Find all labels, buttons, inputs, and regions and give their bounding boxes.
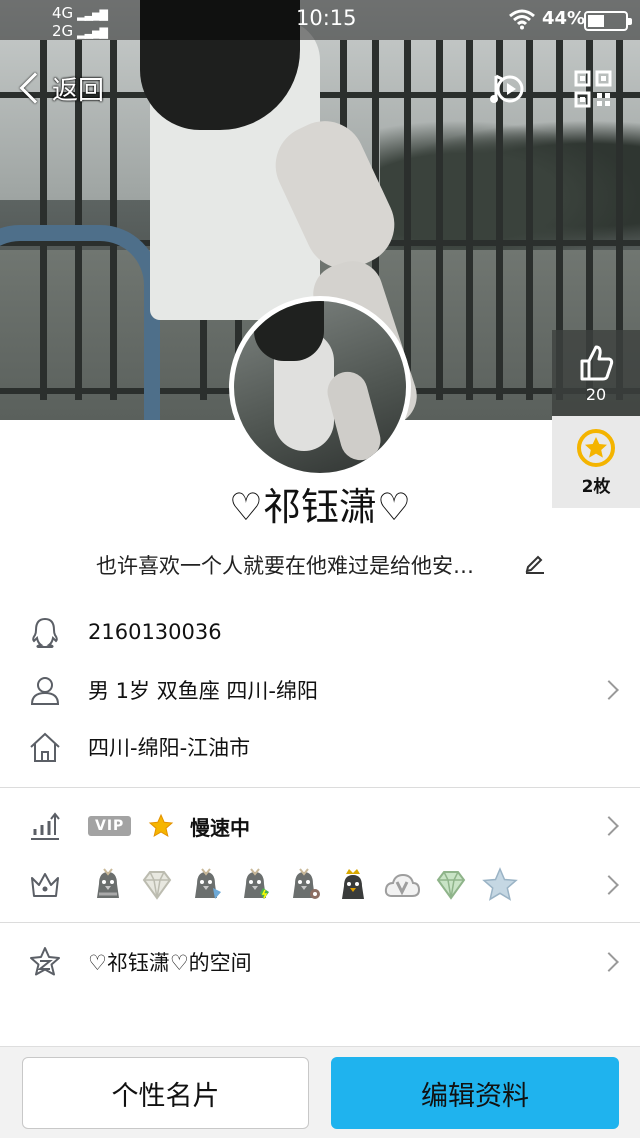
level-chart-icon <box>31 812 60 840</box>
speed-status: 慢速中 <box>190 815 250 840</box>
network-2g: 2G ▂▃▅▇ <box>52 22 108 42</box>
basic-info: 男 1岁 双鱼座 四川-绵阳 <box>88 679 318 703</box>
thumbs-up-icon <box>580 345 614 380</box>
person-icon <box>30 677 60 705</box>
like-count: 20 <box>585 384 607 404</box>
avatar-figure-hair <box>254 301 324 361</box>
back-label: 返回 <box>52 75 105 106</box>
battery-percent: 44% <box>542 8 586 29</box>
qq-penguin-blue-badge-icon[interactable] <box>186 866 225 905</box>
blue-railing <box>0 225 160 420</box>
chevron-right-icon <box>599 875 619 895</box>
clock: 10:15 <box>296 6 357 30</box>
qq-number-row[interactable]: 2160130036 <box>0 603 640 661</box>
qq-penguin-green-badge-icon[interactable] <box>235 866 274 905</box>
chevron-left-icon <box>19 72 51 104</box>
badge-list <box>88 866 519 905</box>
avatar[interactable] <box>229 296 411 478</box>
qzone-star-icon <box>30 947 60 976</box>
crown-icon <box>31 873 59 897</box>
signature[interactable]: 也许喜欢一个人就要在他难过是给他安… <box>96 550 516 580</box>
level-star-icon <box>148 813 174 838</box>
basic-info-row[interactable]: 男 1岁 双鱼座 四川-绵阳 <box>0 661 640 719</box>
qzone-name: ♡祁钰潇♡的空间 <box>88 951 252 975</box>
music-play-icon[interactable] <box>488 70 526 108</box>
qr-code-icon[interactable] <box>574 70 612 108</box>
hometown: 四川-绵阳-江油市 <box>88 736 251 760</box>
qq-number: 2160130036 <box>88 620 222 644</box>
star-blue-badge-icon[interactable] <box>480 866 519 905</box>
qq-penguin-icon <box>32 617 58 648</box>
divider <box>0 922 640 923</box>
profile-page: 4G ▂▃▅▇ 2G ▂▃▅▇ 10:15 44% 返回 20 2枚 ♡祁钰潇♡… <box>0 0 640 1138</box>
chevron-right-icon <box>599 952 619 972</box>
diamond-green-badge-icon[interactable] <box>431 866 470 905</box>
battery-icon <box>584 11 632 31</box>
badges-row[interactable] <box>0 856 640 914</box>
network-4g-label: 4G <box>52 4 74 22</box>
bottom-bar: 个性名片 编辑资料 <box>0 1046 640 1138</box>
cover-trees <box>380 120 640 250</box>
network-4g: 4G ▂▃▅▇ <box>52 4 108 24</box>
like-button[interactable]: 20 <box>552 330 640 416</box>
nickname: ♡祁钰潇♡ <box>228 485 412 529</box>
battery-fill <box>588 15 604 27</box>
edit-pencil-icon[interactable] <box>524 552 546 574</box>
qq-penguin-brown-badge-icon[interactable] <box>284 866 323 905</box>
hometown-row: 四川-绵阳-江油市 <box>0 718 640 776</box>
personal-card-button[interactable]: 个性名片 <box>22 1057 309 1129</box>
qzone-row[interactable]: ♡祁钰潇♡的空间 <box>0 933 640 991</box>
wifi-icon <box>509 9 535 30</box>
back-button[interactable]: 返回 <box>16 66 104 110</box>
home-icon <box>30 732 60 762</box>
signal-icon: ▂▃▅▇ <box>77 26 108 39</box>
medal-star-icon <box>577 428 615 467</box>
vip-level-row[interactable]: VIP 慢速中 <box>0 797 640 855</box>
divider <box>0 787 640 788</box>
avatar-figure-leg <box>323 367 385 465</box>
qq-penguin-gray-badge-icon[interactable] <box>88 866 127 905</box>
network-2g-label: 2G <box>52 22 74 40</box>
status-bar: 4G ▂▃▅▇ 2G ▂▃▅▇ 10:15 44% <box>0 0 640 40</box>
chevron-right-icon <box>599 816 619 836</box>
qq-penguin-crown-badge-icon[interactable] <box>333 866 372 905</box>
edit-profile-button[interactable]: 编辑资料 <box>331 1057 619 1129</box>
vip-cloud-badge-icon[interactable] <box>382 866 421 905</box>
vip-badge: VIP <box>88 816 132 836</box>
chevron-right-icon <box>599 680 619 700</box>
diamond-gray-badge-icon[interactable] <box>137 866 176 905</box>
